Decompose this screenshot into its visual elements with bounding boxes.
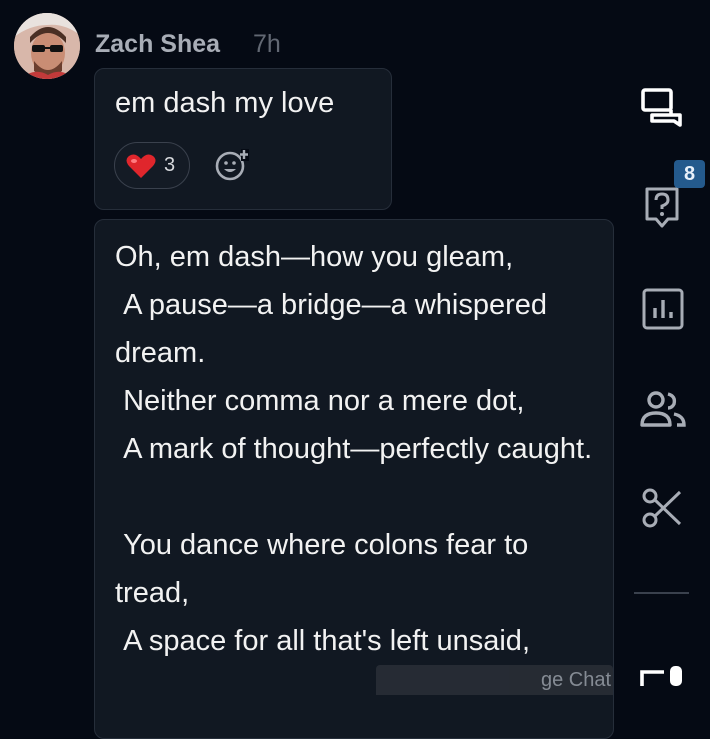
heart-icon — [126, 154, 156, 178]
reply-text: Oh, em dash—how you gleam, A pause—a bri… — [115, 241, 593, 657]
questions-badge: 8 — [674, 160, 705, 188]
share-icon[interactable] — [640, 664, 686, 686]
message-text: em dash my love — [115, 87, 335, 119]
tooltip: ge Chat — [376, 665, 613, 695]
scissors-icon[interactable] — [642, 488, 682, 528]
author-name[interactable]: Zach Shea — [95, 30, 220, 59]
chat-icon[interactable] — [640, 87, 684, 129]
reply-bubble: Oh, em dash—how you gleam, A pause—a bri… — [94, 219, 614, 739]
avatar-image — [14, 13, 80, 79]
message-bubble: em dash my love 3 — [94, 68, 392, 210]
poll-icon[interactable] — [642, 288, 684, 330]
question-icon[interactable] — [644, 186, 682, 230]
reaction-count: 3 — [164, 154, 176, 176]
avatar[interactable] — [14, 13, 80, 79]
people-icon[interactable] — [640, 390, 686, 428]
add-reaction-icon[interactable] — [215, 148, 249, 182]
heart-reaction-button[interactable]: 3 — [114, 142, 190, 189]
sidebar-divider — [634, 592, 689, 594]
message-time: 7h — [253, 30, 281, 58]
